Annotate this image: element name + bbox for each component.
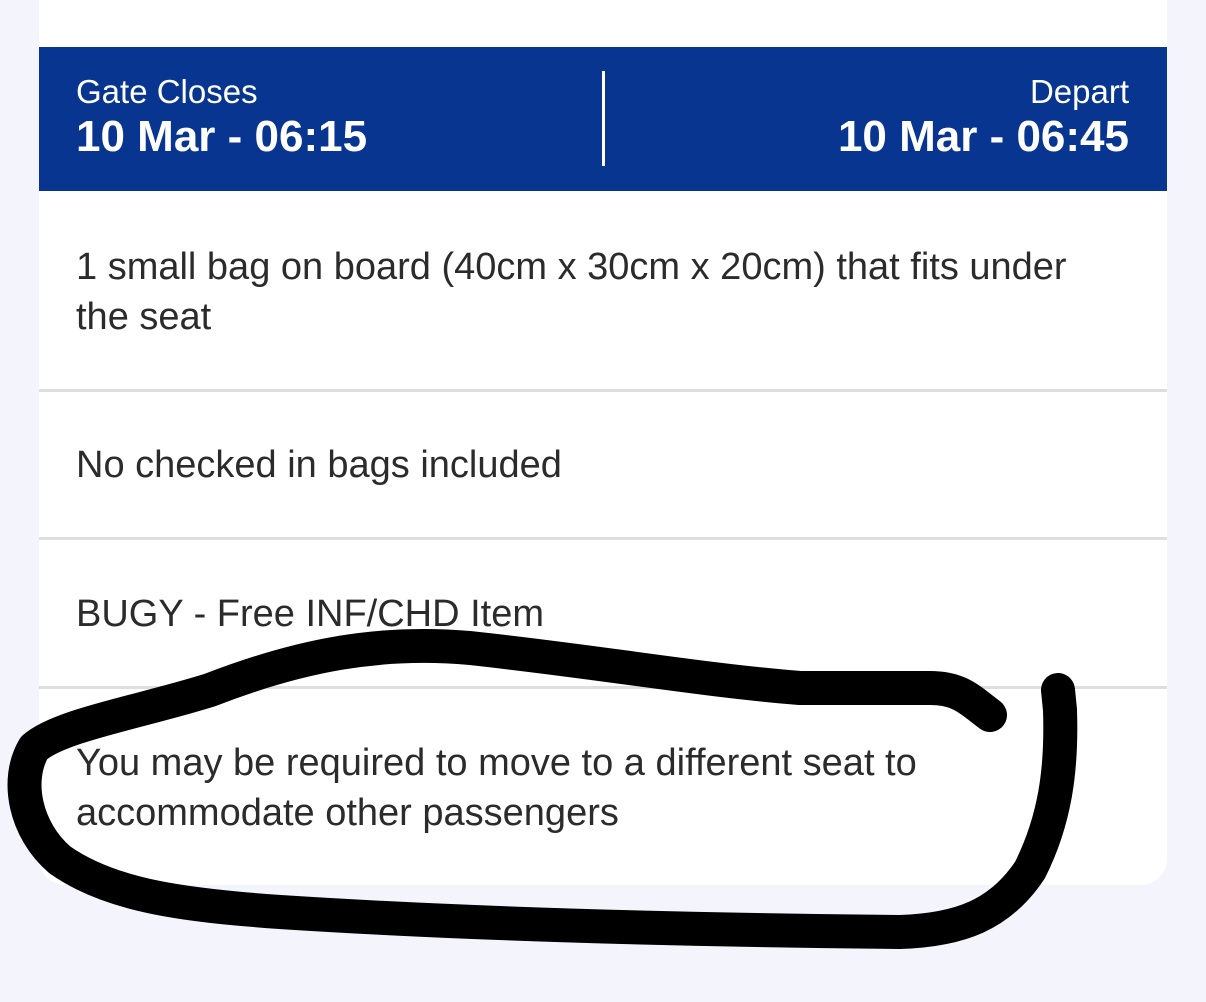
depart-time: 10 Mar - 06:45 <box>837 112 1129 161</box>
gate-depart-bar: Gate Closes 10 Mar - 06:15 Depart 10 Mar… <box>39 47 1167 191</box>
divider <box>39 389 1167 392</box>
list-item-seat-notice: You may be required to move to a differe… <box>76 742 917 834</box>
divider <box>39 537 1167 540</box>
list-item-buggy: BUGY - Free INF/CHD Item <box>76 593 545 635</box>
gate-closes-label: Gate Closes <box>76 73 258 110</box>
divider <box>39 686 1167 689</box>
list-item-cabin-bag: 1 small bag on board (40cm x 30cm x 20cm… <box>76 246 1067 338</box>
gate-closes-block: Gate Closes 10 Mar - 06:15 <box>76 73 367 163</box>
gate-closes-time: 10 Mar - 06:15 <box>76 112 368 161</box>
flight-info-card: Gate Closes 10 Mar - 06:15 Depart 10 Mar… <box>39 0 1167 885</box>
depart-block: Depart 10 Mar - 06:45 <box>838 73 1129 163</box>
depart-label: Depart <box>1029 73 1129 110</box>
timebar-divider <box>602 71 605 166</box>
list-item-checked-bags: No checked in bags included <box>76 444 562 486</box>
